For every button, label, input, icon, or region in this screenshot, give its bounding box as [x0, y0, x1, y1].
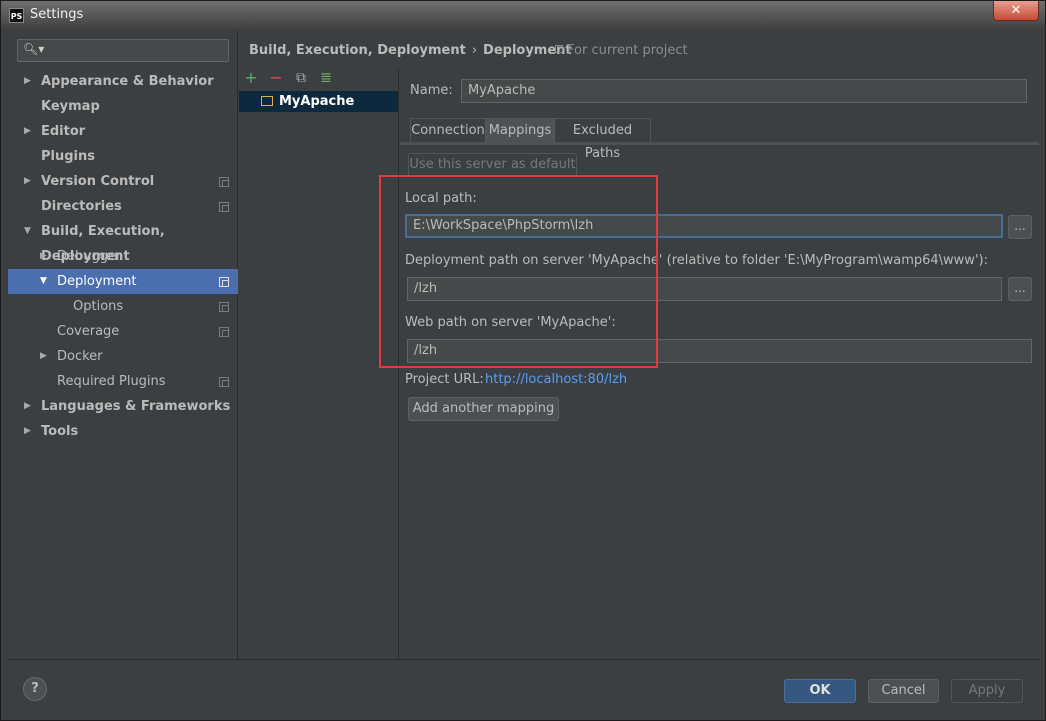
expand-arrow-icon[interactable]: ▶: [24, 119, 31, 144]
deployment-path-browse-button[interactable]: ...: [1008, 277, 1032, 301]
sidebar-item-label: Options: [73, 299, 124, 314]
name-label: Name:: [410, 83, 453, 98]
use-as-default-button[interactable]: Use this server as default: [408, 153, 577, 177]
ok-button[interactable]: OK: [784, 679, 856, 703]
expand-arrow-icon[interactable]: ▶: [24, 419, 31, 444]
sidebar-item-build-execution-deployment[interactable]: ▼ Build, Execution, Deployment: [8, 219, 238, 264]
project-scope-icon: [219, 177, 229, 187]
server-name-field[interactable]: MyApache: [461, 79, 1027, 103]
server-details-icon[interactable]: ≣: [316, 69, 336, 89]
sidebar-item-label: Coverage: [57, 324, 120, 339]
sidebar-item-label: Version Control: [41, 174, 155, 189]
deployment-path-label: Deployment path on server 'MyApache' (re…: [405, 253, 988, 268]
close-window-button[interactable]: ✕: [993, 1, 1039, 21]
settings-main-panel: Build, Execution, Deployment › Deployment …: [239, 31, 1039, 659]
project-scope-icon: [555, 45, 563, 53]
help-button[interactable]: ?: [23, 677, 47, 701]
dialog-footer: ? OK Cancel Apply: [8, 659, 1039, 715]
sidebar-item-plugins[interactable]: Plugins: [8, 144, 238, 169]
deployment-path-field[interactable]: /lzh: [407, 277, 1002, 301]
expand-arrow-icon[interactable]: ▶: [24, 394, 31, 419]
project-scope-icon: [219, 327, 229, 337]
project-scope-icon: [219, 302, 229, 312]
sidebar-item-label: Docker: [57, 349, 103, 364]
sidebar-item-label: Appearance & Behavior: [41, 74, 214, 89]
expand-arrow-icon[interactable]: ▶: [24, 69, 31, 94]
project-url-label: Project URL:: [405, 372, 484, 387]
collapse-arrow-icon[interactable]: ▼: [24, 219, 31, 244]
scope-label: For current project: [567, 43, 688, 58]
local-path-label: Local path:: [405, 191, 477, 206]
sidebar-item-label: Debugger: [57, 249, 122, 264]
tab-divider: [400, 142, 1039, 145]
project-url-link[interactable]: http://localhost:80/lzh: [485, 372, 627, 387]
tab-mappings[interactable]: Mappings: [486, 118, 554, 142]
sidebar-item-version-control[interactable]: ▶ Version Control: [8, 169, 238, 194]
sidebar-item-deployment[interactable]: ▼ Deployment: [8, 269, 238, 294]
apply-button[interactable]: Apply: [951, 679, 1023, 703]
sidebar-item-label: Editor: [41, 124, 86, 139]
sidebar-item-label: Keymap: [41, 99, 100, 114]
scope-indicator: For current project: [555, 43, 688, 58]
add-another-mapping-button[interactable]: Add another mapping: [408, 397, 559, 421]
settings-window: PS Settings ✕ 🔍︎▾ ▶ Appearance & Behavio…: [0, 0, 1046, 721]
settings-content: 🔍︎▾ ▶ Appearance & Behavior Keymap ▶ Edi…: [8, 31, 1039, 659]
tab-excluded-paths[interactable]: Excluded Paths: [554, 118, 651, 161]
server-icon: [261, 96, 273, 106]
search-icon: 🔍︎▾: [23, 42, 45, 56]
web-path-label: Web path on server 'MyApache':: [405, 315, 616, 330]
title-bar: PS Settings ✕: [1, 1, 1045, 31]
sidebar-item-appearance-behavior[interactable]: ▶ Appearance & Behavior: [8, 69, 238, 94]
phpstorm-logo-icon: PS: [9, 8, 24, 23]
sidebar-item-label: Deployment: [57, 274, 137, 289]
copy-server-icon[interactable]: ⧉: [291, 69, 311, 89]
web-path-field[interactable]: /lzh: [407, 339, 1032, 363]
add-server-icon[interactable]: +: [241, 69, 261, 89]
local-path-browse-button[interactable]: ...: [1008, 215, 1032, 239]
sidebar-item-tools[interactable]: ▶ Tools: [8, 419, 238, 444]
sidebar-item-coverage[interactable]: Coverage: [8, 319, 238, 344]
collapse-arrow-icon[interactable]: ▼: [40, 269, 47, 294]
sidebar-item-label: Plugins: [41, 149, 95, 164]
sidebar-item-languages-frameworks[interactable]: ▶ Languages & Frameworks: [8, 394, 238, 419]
sidebar-item-debugger[interactable]: ▶ Debugger: [8, 244, 238, 269]
breadcrumb-separator: ›: [471, 43, 478, 58]
sidebar-item-required-plugins[interactable]: Required Plugins: [8, 369, 238, 394]
expand-arrow-icon[interactable]: ▶: [40, 344, 47, 369]
window-title: Settings: [30, 7, 84, 22]
project-scope-icon: [219, 277, 229, 287]
sidebar-item-label: Directories: [41, 199, 122, 214]
sidebar-item-options[interactable]: Options: [8, 294, 238, 319]
breadcrumb: Build, Execution, Deployment › Deployment: [249, 43, 572, 58]
sidebar-item-label: Required Plugins: [57, 374, 166, 389]
settings-sidebar: 🔍︎▾ ▶ Appearance & Behavior Keymap ▶ Edi…: [8, 31, 238, 659]
sidebar-item-docker[interactable]: ▶ Docker: [8, 344, 238, 369]
tab-connection[interactable]: Connection: [410, 118, 486, 142]
sidebar-item-label: Languages & Frameworks: [41, 399, 231, 414]
sidebar-item-label: Tools: [41, 424, 79, 439]
project-scope-icon: [219, 202, 229, 212]
expand-arrow-icon[interactable]: ▶: [40, 244, 47, 269]
sidebar-item-editor[interactable]: ▶ Editor: [8, 119, 238, 144]
settings-search-input[interactable]: 🔍︎▾: [17, 39, 229, 62]
local-path-field[interactable]: E:\WorkSpace\PhpStorm\lzh: [405, 214, 1003, 238]
server-list-item-label: MyApache: [279, 94, 355, 109]
breadcrumb-parent: Build, Execution, Deployment: [249, 43, 466, 58]
server-list-item[interactable]: MyApache: [239, 91, 398, 112]
server-list-panel: + − ⧉ ≣ MyApache: [239, 69, 399, 659]
server-config-panel: Name: MyApache Connection Mappings Exclu…: [400, 69, 1039, 659]
sidebar-item-keymap[interactable]: Keymap: [8, 94, 238, 119]
remove-server-icon[interactable]: −: [266, 69, 286, 89]
expand-arrow-icon[interactable]: ▶: [24, 169, 31, 194]
project-scope-icon: [219, 377, 229, 387]
cancel-button[interactable]: Cancel: [868, 679, 939, 703]
sidebar-item-directories[interactable]: Directories: [8, 194, 238, 219]
